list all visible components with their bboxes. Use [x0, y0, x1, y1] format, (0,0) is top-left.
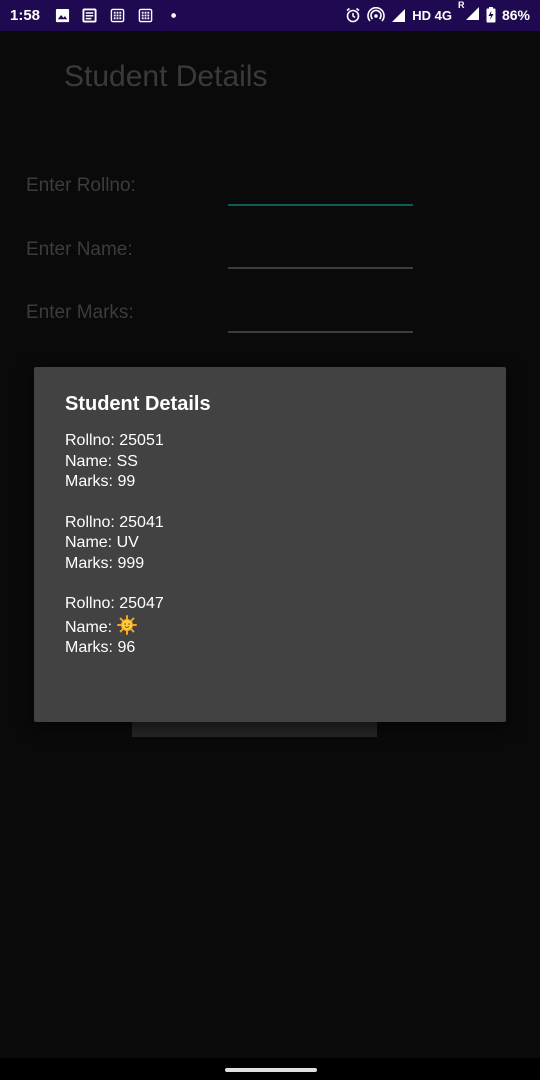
hotspot-icon [367, 7, 385, 22]
record-rollno: Rollno: 25051 [65, 432, 164, 449]
dialog-message: Rollno: 25051 Name: SS Marks: 99 Rollno:… [65, 431, 164, 679]
roaming-indicator: R [457, 0, 465, 10]
page-title: Student Details [64, 60, 268, 93]
dialog-title: Student Details [65, 393, 211, 415]
marks-label: Enter Marks: [26, 302, 134, 323]
battery-charging-icon [486, 7, 496, 23]
calculator-icon [138, 8, 153, 23]
battery-percent: 86% [501, 7, 530, 23]
record-marks: Marks: 999 [65, 554, 145, 572]
notification-dot-icon [171, 13, 176, 18]
record-marks: Marks: 96 [65, 639, 136, 656]
home-gesture-handle[interactable] [225, 1068, 317, 1072]
record-name: Name: [65, 618, 117, 636]
name-input[interactable] [228, 243, 413, 269]
signal-icon [392, 8, 406, 22]
student-record: Rollno: 25041 Name: UV Marks: 999 [65, 513, 164, 575]
rollno-label: Enter Rollno: [26, 175, 136, 196]
record-name-row: Name: [65, 614, 164, 639]
gallery-icon [55, 8, 70, 23]
record-name: Name: SS [65, 452, 138, 470]
sun-emoji-icon [116, 614, 137, 635]
alarm-icon [346, 7, 360, 23]
student-record: Rollno: 25051 Name: SS Marks: 99 [65, 431, 164, 493]
document-icon [82, 8, 97, 23]
signal-icon [465, 7, 479, 20]
student-details-dialog: Student Details Rollno: 25051 Name: SS M… [34, 367, 506, 722]
student-record: Rollno: 25047 Name: Marks: 96 [65, 594, 164, 659]
status-right: HD 4G R 86% [345, 0, 530, 24]
record-marks: Marks: 99 [65, 473, 136, 490]
navigation-bar [0, 1058, 540, 1080]
rollno-input[interactable] [228, 180, 413, 206]
record-rollno: Rollno: 25041 [65, 513, 164, 531]
record-rollno: Rollno: 25047 [65, 595, 164, 612]
network-type: HD 4G [412, 7, 452, 23]
name-label: Enter Name: [26, 239, 133, 260]
record-name: Name: UV [65, 534, 139, 551]
status-time: 1:58 [10, 7, 41, 24]
marks-input[interactable] [228, 307, 413, 333]
calculator-icon [110, 8, 125, 23]
status-bar: 1:58 HD 4G R 86% [0, 0, 540, 31]
